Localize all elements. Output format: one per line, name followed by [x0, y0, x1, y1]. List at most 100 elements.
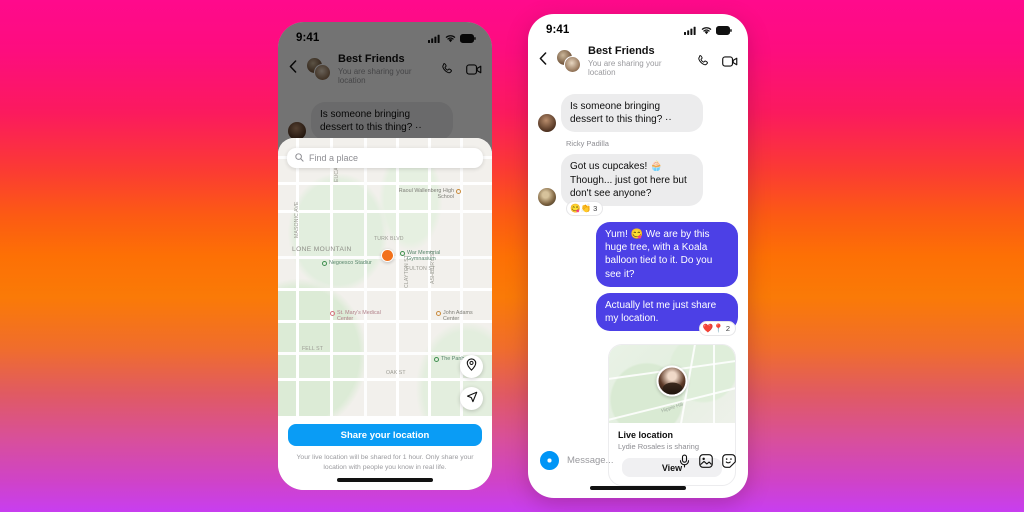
street-label: FELL ST — [302, 346, 323, 352]
status-time: 9:41 — [546, 24, 570, 36]
page-title: Best Friends — [338, 53, 405, 65]
status-time: 9:41 — [296, 32, 320, 44]
phone-right-screen: 9:41 Best Friends You are sharing your l… — [528, 14, 748, 498]
reaction-row: 😋👏 3 — [566, 200, 738, 216]
street-label: OAK ST — [386, 370, 406, 376]
message-bubble[interactable]: Got us cupcakes! 🧁 Though... just got he… — [561, 154, 703, 206]
area-label: LONE MOUNTAIN — [292, 246, 352, 253]
street-label: TURK BLVD — [374, 236, 404, 242]
phone-call-icon[interactable] — [440, 62, 454, 76]
battery-icon — [460, 33, 476, 43]
status-icons — [684, 25, 732, 35]
map-poi[interactable]: Negoesco Stadiur — [322, 260, 372, 266]
poi-marker-icon — [400, 250, 405, 256]
chat-header-right: Best Friends You are sharing your locati… — [528, 40, 748, 84]
phone-left: 9:41 Best Friends You are sharing your l… — [278, 22, 492, 490]
reaction-count: 3 — [593, 203, 598, 213]
search-input[interactable]: Find a place — [287, 148, 483, 168]
map-controls — [460, 355, 483, 410]
video-camera-icon[interactable] — [466, 63, 482, 76]
back-button[interactable] — [536, 52, 549, 70]
chevron-left-icon — [539, 52, 547, 70]
message-bubble[interactable]: Is someone bringing dessert to this thin… — [311, 102, 453, 141]
phone-left-screen: 9:41 Best Friends You are sharing your l… — [278, 22, 492, 490]
poi-marker-icon — [434, 356, 439, 362]
map-poi[interactable]: St. Mary's Medical Center — [330, 310, 385, 322]
sharing-status: You are sharing your location — [338, 66, 412, 85]
message-list-right: Is someone bringing dessert to this thin… — [528, 84, 748, 487]
reaction-pill[interactable]: ❤️📍 2 — [698, 321, 736, 337]
poi-marker-icon — [330, 310, 335, 316]
reaction-pill[interactable]: 😋👏 3 — [566, 200, 604, 216]
navigate-arrow-icon — [466, 390, 478, 408]
avatar — [564, 55, 581, 73]
sticker-icon[interactable] — [722, 453, 736, 468]
chat-header-left: Best Friends You are sharing your locati… — [278, 48, 492, 92]
header-actions — [696, 54, 738, 68]
header-actions — [440, 62, 482, 76]
share-location-button[interactable]: Share your location — [288, 424, 482, 446]
battery-icon — [716, 25, 732, 35]
location-card-title: Live location — [618, 430, 674, 441]
message-bubble[interactable]: Is someone bringing dessert to this thin… — [561, 94, 703, 133]
sharing-status: You are sharing your location — [588, 58, 662, 77]
chevron-left-icon — [289, 60, 297, 78]
user-location-dot — [380, 249, 394, 263]
image-icon[interactable] — [699, 453, 713, 468]
reaction-count: 2 — [725, 324, 730, 334]
message-row: Got us cupcakes! 🧁 Though... just got he… — [538, 154, 738, 206]
avatar — [314, 63, 331, 81]
signal-bars-icon — [428, 34, 441, 43]
message-composer: Message... — [528, 445, 748, 476]
message-row: Yum! 😋 We are by this huge tree, with a … — [538, 221, 738, 287]
search-icon — [295, 152, 304, 164]
avatar — [538, 187, 556, 206]
avatar — [538, 114, 556, 133]
status-icons — [428, 33, 476, 43]
street-label: MASONIC AVE — [294, 201, 300, 238]
navigate-button[interactable] — [460, 387, 483, 410]
back-button[interactable] — [286, 60, 299, 78]
poi-marker-icon — [436, 310, 441, 316]
video-camera-icon[interactable] — [722, 55, 738, 68]
user-avatar — [656, 365, 688, 397]
message-bubble[interactable]: Yum! 😋 We are by this huge tree, with a … — [596, 221, 738, 287]
map-poi[interactable]: Raoul Wallenberg High School — [392, 188, 461, 200]
group-avatar[interactable] — [306, 56, 331, 82]
poi-label: Raoul Wallenberg High School — [398, 188, 454, 201]
home-indicator — [590, 486, 686, 490]
map-poi[interactable]: War Memorial Gymnasium — [400, 250, 453, 262]
wifi-icon — [445, 34, 456, 43]
wifi-icon — [701, 26, 712, 35]
map-pin-button[interactable] — [460, 355, 483, 378]
share-disclaimer: Your live location will be shared for 1 … — [296, 454, 474, 472]
status-bar-right: 9:41 — [528, 14, 748, 40]
phone-call-icon[interactable] — [696, 54, 710, 68]
map-label: Hippie Hill — [660, 401, 684, 415]
message-row: Is someone bringing dessert to this thin… — [288, 102, 482, 141]
location-sheet: FULTON ST TURK BLVD FELL ST OAK ST EUCA … — [278, 138, 492, 490]
poi-label: War Memorial Gymnasium — [407, 250, 441, 263]
poi-label: St. Mary's Medical Center — [337, 310, 381, 323]
group-avatar[interactable] — [556, 48, 581, 74]
home-indicator — [337, 478, 433, 482]
chat-title-block[interactable]: Best Friends You are sharing your locati… — [588, 45, 689, 77]
microphone-icon[interactable] — [679, 453, 690, 468]
search-placeholder: Find a place — [309, 153, 359, 163]
message-input[interactable]: Message... — [567, 455, 671, 466]
poi-label: Negoesco Stadiur — [329, 260, 372, 266]
poi-label: John Adams Center — [443, 310, 473, 323]
map-pin-icon — [466, 357, 477, 376]
reaction-emojis: 😋👏 — [570, 202, 592, 213]
camera-icon[interactable] — [540, 451, 559, 470]
chat-title-block[interactable]: Best Friends You are sharing your locati… — [338, 53, 433, 85]
poi-marker-icon — [322, 260, 327, 266]
phone-right: 9:41 Best Friends You are sharing your l… — [528, 14, 748, 498]
message-row: Is someone bringing dessert to this thin… — [538, 94, 738, 133]
poi-marker-icon — [456, 188, 461, 194]
location-card-map: Hippie Hill — [609, 345, 735, 428]
page-title: Best Friends — [588, 45, 655, 57]
reaction-emojis: ❤️📍 — [702, 323, 724, 334]
status-bar-left: 9:41 — [278, 22, 492, 48]
map-poi[interactable]: John Adams Center — [436, 310, 483, 322]
